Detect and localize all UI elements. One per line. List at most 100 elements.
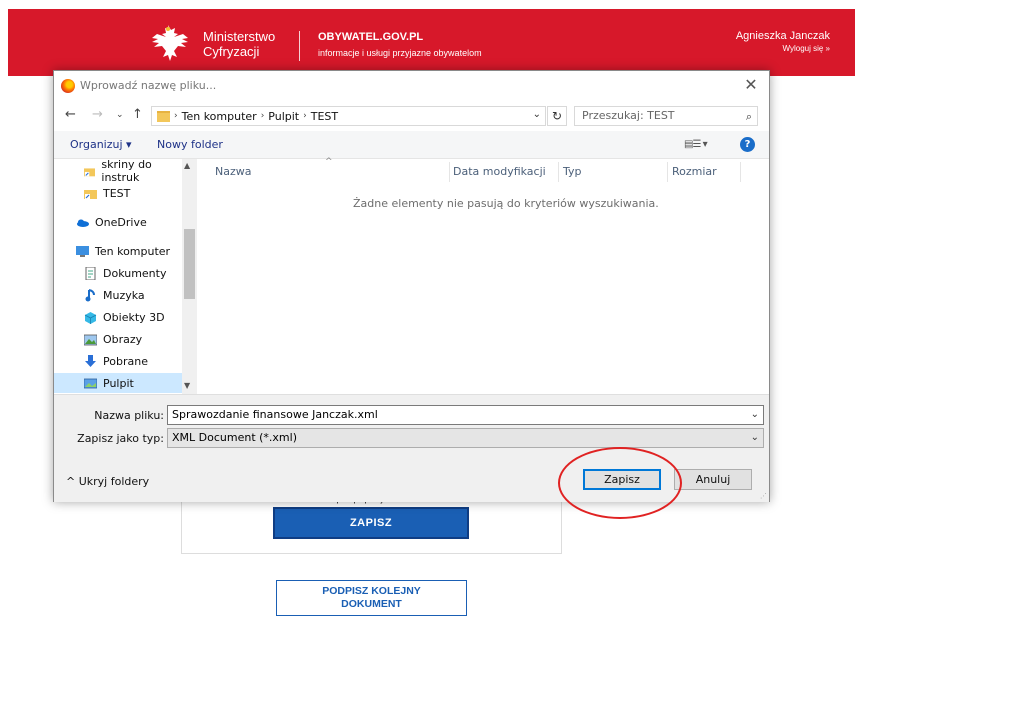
filename-value: Sprawozdanie finansowe Janczak.xml	[172, 408, 378, 421]
search-placeholder: Przeszukaj: TEST	[582, 109, 675, 122]
breadcrumb-separator-icon: ›	[174, 111, 178, 121]
breadcrumb-item[interactable]: Ten komputer	[182, 110, 257, 123]
new-folder-button[interactable]: Nowy folder	[157, 138, 223, 151]
address-bar[interactable]: › Ten komputer › Pulpit › TEST ⌄	[151, 106, 546, 126]
sidebar-item-downloads[interactable]: Pobrane	[54, 351, 182, 371]
computer-icon	[76, 245, 89, 257]
scrollbar-thumb[interactable]	[184, 229, 195, 299]
navigation-scrollbar[interactable]: ▲ ▼	[182, 159, 197, 394]
chevron-down-icon[interactable]: ⌄	[751, 406, 759, 424]
breadcrumb-item[interactable]: Pulpit	[268, 110, 299, 123]
ministry-line1: Ministerstwo	[203, 29, 276, 44]
chevron-down-icon[interactable]: ⌄	[751, 429, 759, 447]
sidebar-item-music[interactable]: Muzyka	[54, 285, 182, 305]
sidebar-item-test[interactable]: TEST	[54, 183, 182, 203]
chevron-down-icon[interactable]: ⌄	[533, 109, 541, 120]
gov-site-subtitle: informacje i usługi przyjazne obywatelom	[318, 48, 482, 58]
pictures-icon	[84, 334, 97, 345]
hide-folders-label: Ukryj foldery	[78, 475, 150, 488]
sidebar-item-label: OneDrive	[95, 215, 147, 229]
column-header-size[interactable]: Rozmiar	[672, 165, 717, 178]
save-file-dialog: Wprowadź nazwę pliku... ✕ ← → ⌄ ↑ › Ten …	[53, 70, 770, 502]
save-type-value: XML Document (*.xml)	[172, 431, 297, 444]
column-separator[interactable]	[449, 162, 450, 182]
breadcrumb-separator-icon: ›	[260, 111, 265, 121]
scroll-down-icon[interactable]: ▼	[184, 381, 190, 390]
sort-caret-icon: ^	[325, 157, 333, 167]
recent-locations-chevron-icon[interactable]: ⌄	[116, 110, 124, 120]
user-name: Agnieszka Janczak	[735, 30, 830, 42]
dialog-footer: Nazwa pliku: Sprawozdanie finansowe Janc…	[54, 394, 769, 502]
filename-field[interactable]: Sprawozdanie finansowe Janczak.xml ⌄	[167, 405, 764, 425]
dialog-navbar: ← → ⌄ ↑ › Ten komputer › Pulpit › TEST ⌄…	[54, 101, 769, 131]
scroll-up-icon[interactable]: ▲	[184, 161, 190, 170]
command-bar: Organizuj ▾ Nowy folder ▤☰ ▾ ?	[54, 131, 769, 159]
sidebar-item-skriny[interactable]: skriny do instruk	[54, 159, 182, 184]
column-separator[interactable]	[558, 162, 559, 182]
search-icon[interactable]: ⌕	[746, 108, 752, 126]
sidebar-item-documents[interactable]: Dokumenty	[54, 263, 182, 283]
file-list: Nazwa ^ Data modyfikacji Typ Rozmiar Żad…	[197, 157, 769, 394]
help-icon[interactable]: ?	[740, 137, 755, 152]
forward-arrow-icon[interactable]: →	[92, 107, 103, 122]
sidebar-item-label: Pulpit	[103, 376, 134, 390]
ministry-name: Ministerstwo Cyfryzacji	[203, 29, 275, 59]
organize-menu-button[interactable]: Organizuj ▾	[70, 138, 132, 151]
documents-icon	[85, 266, 96, 280]
save-button[interactable]: Zapisz	[583, 469, 661, 490]
sidebar-item-3d-objects[interactable]: Obiekty 3D	[54, 307, 182, 327]
save-type-select[interactable]: XML Document (*.xml) ⌄	[167, 428, 764, 448]
ministry-line2: Cyfryzacji	[203, 44, 260, 59]
folder-icon	[157, 110, 170, 122]
downloads-icon	[85, 354, 96, 367]
sidebar-item-label: Ten komputer	[95, 244, 171, 258]
sidebar-item-pictures[interactable]: Obrazy	[54, 329, 182, 349]
navigation-pane: skriny do instruk TEST OneDrive Ten komp…	[54, 159, 197, 394]
column-header-type[interactable]: Typ	[563, 165, 582, 178]
onedrive-icon	[77, 219, 89, 227]
empty-results-message: Żadne elementy nie pasują do kryteriów w…	[353, 197, 659, 210]
objects-3d-icon	[84, 311, 97, 324]
sidebar-item-label: Dokumenty	[103, 266, 167, 280]
search-input[interactable]: Przeszukaj: TEST ⌕	[574, 106, 758, 126]
polish-eagle-emblem-icon	[152, 25, 188, 61]
chevron-up-icon: ^	[66, 475, 76, 488]
sign-next-document-button[interactable]: PODPISZ KOLEJNY DOKUMENT	[276, 580, 467, 616]
view-options-icon[interactable]: ▤☰ ▾	[684, 139, 708, 150]
sidebar-item-this-pc[interactable]: Ten komputer	[54, 241, 182, 261]
music-icon	[85, 288, 95, 301]
save-type-label: Zapisz jako typ:	[77, 432, 164, 445]
desktop-icon	[84, 378, 97, 388]
header-divider	[299, 31, 300, 61]
sidebar-item-label: Obrazy	[103, 332, 143, 346]
sidebar-item-desktop[interactable]: Pulpit	[54, 373, 182, 393]
cancel-button[interactable]: Anuluj	[674, 469, 752, 490]
sidebar-item-label: Obiekty 3D	[103, 310, 165, 324]
gov-site-title[interactable]: OBYWATEL.GOV.PL	[318, 31, 423, 43]
folder-shortcut-icon	[84, 167, 96, 176]
logout-link[interactable]: Wyloguj się »	[782, 44, 830, 53]
hide-folders-toggle[interactable]: ^ Ukryj foldery	[66, 475, 149, 488]
up-arrow-icon[interactable]: ↑	[132, 107, 143, 122]
back-arrow-icon[interactable]: ←	[65, 107, 76, 122]
filename-label: Nazwa pliku:	[94, 409, 164, 422]
sidebar-item-label: Pobrane	[103, 354, 148, 368]
dialog-title: Wprowadź nazwę pliku...	[80, 79, 217, 92]
resize-grip-icon[interactable]: ⋰	[760, 492, 767, 500]
breadcrumb-separator-icon: ›	[303, 111, 307, 121]
close-icon[interactable]: ✕	[741, 75, 761, 94]
column-header-date[interactable]: Data modyfikacji	[453, 165, 546, 178]
firefox-icon	[61, 79, 75, 93]
sidebar-item-label: TEST	[103, 186, 131, 200]
sidebar-item-label: Muzyka	[103, 288, 145, 302]
site-header: Ministerstwo Cyfryzacji OBYWATEL.GOV.PL …	[8, 9, 855, 76]
refresh-icon[interactable]: ↻	[547, 106, 567, 126]
column-separator[interactable]	[740, 162, 741, 182]
folder-shortcut-icon	[84, 189, 97, 199]
dialog-titlebar: Wprowadź nazwę pliku... ✕	[54, 71, 769, 101]
column-separator[interactable]	[667, 162, 668, 182]
breadcrumb-item[interactable]: TEST	[311, 110, 338, 123]
column-header-name[interactable]: Nazwa	[215, 165, 251, 178]
site-save-button[interactable]: ZAPISZ	[273, 507, 469, 539]
sidebar-item-onedrive[interactable]: OneDrive	[54, 212, 182, 232]
